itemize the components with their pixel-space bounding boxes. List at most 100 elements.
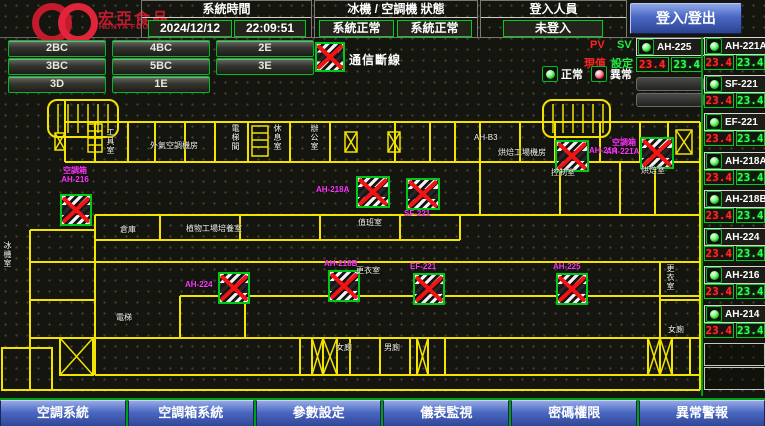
map-label-ah-225: AH-225	[553, 262, 581, 271]
unit-panel-ah-218b[interactable]: AH-218B	[704, 190, 765, 208]
unit-values: 23.4 23.4	[704, 208, 765, 223]
room-label: 外氣空調機房	[150, 141, 210, 150]
system-clock-value: 22:09:51	[234, 20, 306, 37]
room-label: 電梯	[116, 313, 132, 322]
unit-name: AH-225	[657, 42, 691, 53]
status-lamp-icon	[706, 267, 722, 283]
map-label-ah-221a: 空調箱 AH-221A	[606, 138, 636, 156]
room-label: 值班室	[358, 218, 382, 227]
map-label-sf-221: SF-221	[404, 209, 430, 218]
login-section: 登入人員 未登入	[480, 0, 627, 38]
room-label: 烘焙工場機房	[498, 148, 554, 157]
ahu-icon-ah-218a[interactable]	[356, 176, 390, 208]
floor-button-3d[interactable]: 3D	[8, 76, 106, 93]
floor-button-5bc[interactable]: 5BC	[112, 58, 210, 75]
login-logout-button[interactable]: 登入/登出	[630, 3, 742, 34]
map-label-ah-216: 空調箱 AH-216	[52, 166, 98, 184]
unit-values: 23.4 23.4	[704, 55, 765, 70]
empty-slot	[636, 77, 704, 91]
empty-panel	[704, 367, 765, 390]
nav-button-meter-monitor[interactable]: 儀表監視	[383, 400, 509, 426]
login-title: 登入人員	[481, 1, 626, 18]
floor-button-3bc[interactable]: 3BC	[8, 58, 106, 75]
unit-values: 23.4 23.4	[704, 284, 765, 299]
status-lamp-icon	[638, 39, 654, 55]
map-label-ah-218b: AH-218B	[324, 259, 357, 268]
room-label: 女廁	[668, 325, 684, 334]
room-label: 休息室	[273, 124, 282, 151]
unit-panel-ah-218a[interactable]: AH-218A	[704, 152, 765, 170]
system-date-value: 2024/12/12	[148, 20, 232, 37]
room-label: 冰機室	[3, 241, 12, 268]
unit-panel-ah-216[interactable]: AH-216	[704, 266, 765, 284]
status-lamp-icon	[706, 306, 722, 322]
hmi-screen: 宏亞食品 HUNYA FOODS 系統時間 2024/12/12 22:09:5…	[0, 0, 765, 426]
floor-button-1e[interactable]: 1E	[112, 76, 210, 93]
sv-value: 23.4	[736, 55, 765, 70]
room-label: 工具室	[106, 128, 115, 155]
ahu-icon-ah-225[interactable]	[556, 273, 588, 305]
unit-panel-ef-221[interactable]: EF-221	[704, 113, 765, 131]
room-label: 倉庫	[120, 225, 136, 234]
status-lamp-icon	[706, 114, 722, 130]
room-label: 更衣室	[666, 264, 675, 291]
empty-panel	[704, 343, 765, 366]
normal-lamp-icon	[542, 66, 558, 82]
logo-icon	[58, 3, 98, 43]
unit-panel-ah-214[interactable]: AH-214	[704, 305, 765, 323]
status-lamp-icon	[706, 229, 722, 245]
normal-label: 正常	[561, 66, 583, 82]
comm-disconnect-label: 通信斷線	[349, 51, 401, 68]
sv-value: 23.4	[736, 131, 765, 146]
floor-button-4bc[interactable]: 4BC	[112, 40, 210, 57]
map-label-ef-221: EF-221	[410, 262, 436, 271]
pv-value: 23.4	[704, 170, 734, 185]
ahu-status-value: 系統正常	[397, 20, 472, 37]
sv-value: 23.4	[736, 93, 765, 108]
unit-panel-ah-225[interactable]: AH-225	[636, 38, 705, 56]
unit-values: 23.4 23.4	[704, 93, 765, 108]
sv-label: SV	[617, 39, 632, 51]
status-lamp-icon	[706, 191, 722, 207]
pv-value: 23.4	[636, 57, 669, 72]
unit-values: 23.4 23.4	[704, 131, 765, 146]
status-lamp-icon	[706, 76, 722, 92]
machine-status-title: 冰機 / 空調機 狀態	[315, 1, 477, 18]
sv-value: 23.4	[736, 170, 765, 185]
map-label-ah-218a: AH-218A	[316, 185, 349, 194]
nav-button-parameters[interactable]: 參數設定	[256, 400, 382, 426]
unit-panel-ah-224[interactable]: AH-224	[704, 228, 765, 246]
sv-value: 23.4	[736, 323, 765, 338]
sv-value: 23.4	[736, 284, 765, 299]
floor-button-2bc[interactable]: 2BC	[8, 40, 106, 57]
system-time-section: 系統時間 2024/12/12 22:09:51	[141, 0, 312, 38]
legend-normal: 正常	[542, 66, 583, 82]
nav-button-ahu-system[interactable]: 空調箱系統	[128, 400, 254, 426]
ahu-icon-ah-224[interactable]	[218, 272, 250, 304]
floor-button-3e[interactable]: 3E	[216, 58, 314, 75]
abnormal-label: 異常	[610, 66, 632, 82]
room-label: 電梯間	[231, 124, 240, 151]
pv-value: 23.4	[704, 131, 734, 146]
sv-value: 23.4	[736, 246, 765, 261]
unit-panel-sf-221[interactable]: SF-221	[704, 75, 765, 93]
nav-button-ac-system[interactable]: 空調系統	[0, 400, 126, 426]
room-label: 男廁	[384, 343, 400, 352]
ahu-icon-ef-221[interactable]	[413, 273, 445, 305]
status-lamp-icon	[706, 153, 722, 169]
abnormal-lamp-icon	[591, 66, 607, 82]
machine-status-section: 冰機 / 空調機 狀態 系統正常 系統正常	[314, 0, 478, 38]
nav-button-password[interactable]: 密碼權限	[511, 400, 637, 426]
nav-button-alarm[interactable]: 異常警報	[639, 400, 765, 426]
pv-value: 23.4	[704, 284, 734, 299]
unit-values: 23.4 23.4	[704, 170, 765, 185]
ahu-icon-ah-216[interactable]	[60, 194, 92, 226]
unit-values: 23.4 23.4	[704, 323, 765, 338]
unit-panel-ah-221a[interactable]: AH-221A	[704, 37, 765, 55]
ahu-icon-ah-221a[interactable]	[640, 137, 674, 169]
floor-button-2e[interactable]: 2E	[216, 40, 314, 57]
ahu-icon-sf-221[interactable]	[406, 178, 440, 210]
map-label-ah-224: AH-224	[185, 280, 213, 289]
system-time-title: 系統時間	[142, 1, 311, 18]
pv-value: 23.4	[704, 55, 734, 70]
